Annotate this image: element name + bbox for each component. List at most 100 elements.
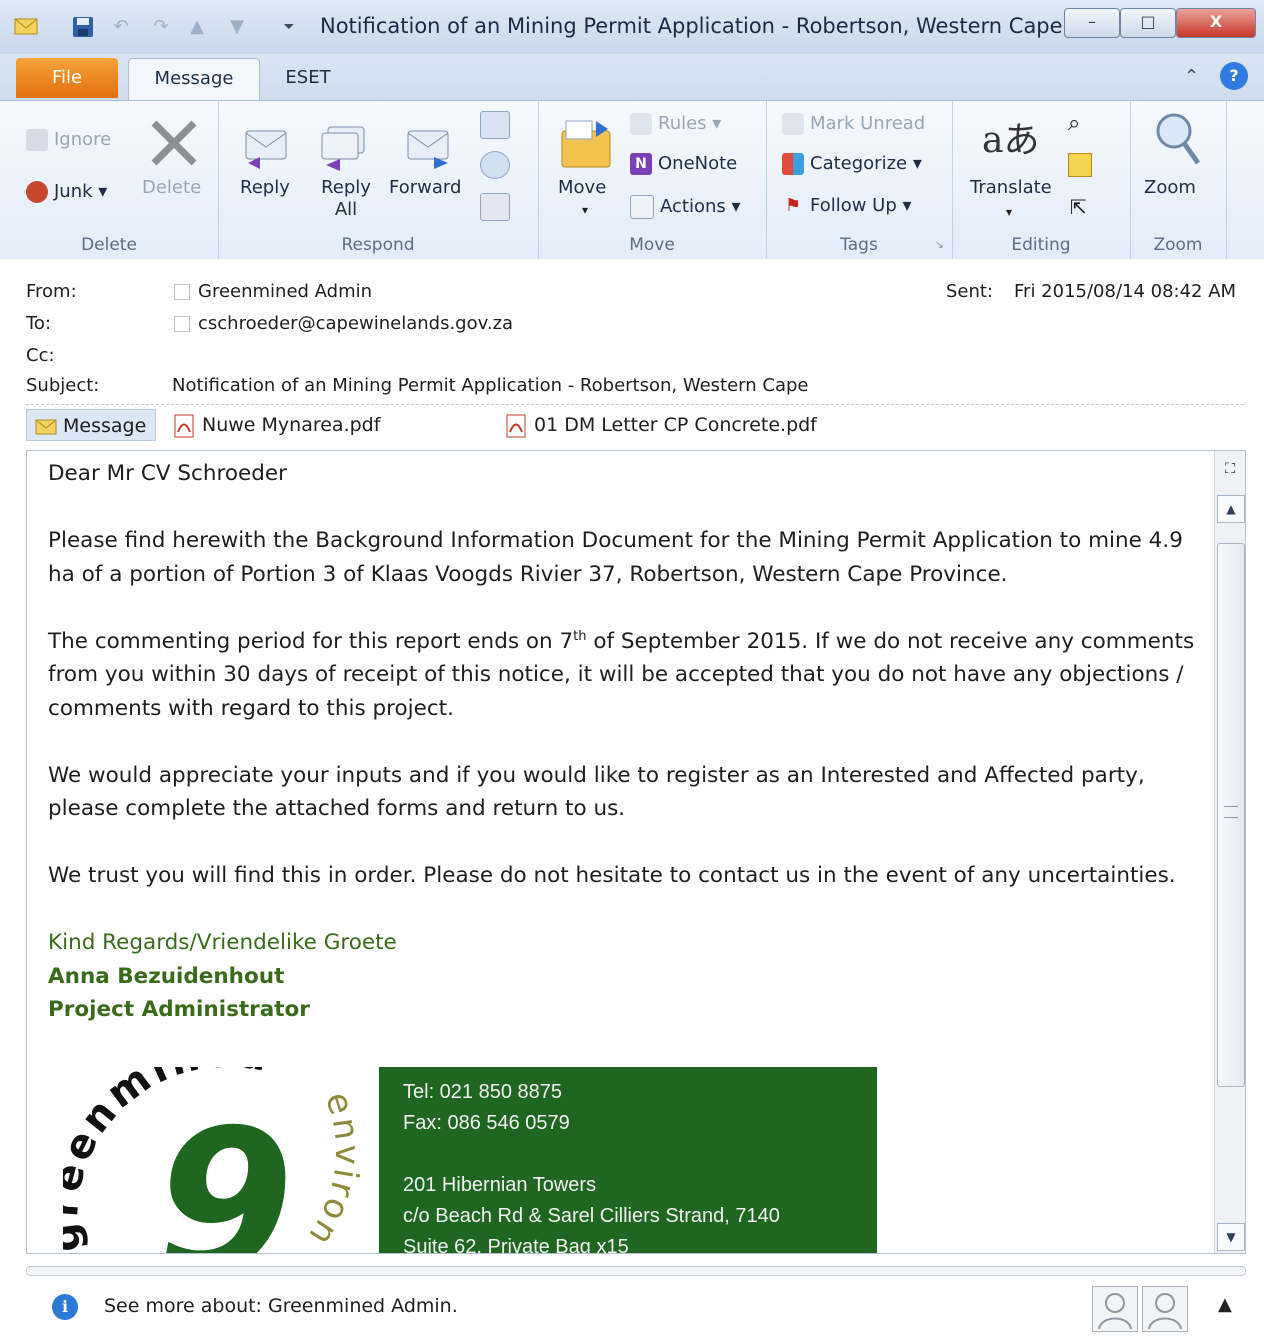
select-icon[interactable]: ⇱: [1070, 195, 1087, 219]
scroll-up-icon[interactable]: ▲: [1217, 495, 1245, 523]
junk-icon: [26, 181, 48, 203]
group-label-zoom: Zoom: [1153, 235, 1203, 255]
to-value[interactable]: cschroeder@capewinelands.gov.za: [174, 313, 513, 334]
mail-icon: [14, 16, 38, 38]
group-move: Move ▾ Rules ▾ N OneNote Actions ▾ Move: [538, 101, 767, 259]
body-paragraph: Please find herewith the Background Info…: [48, 528, 1183, 587]
zoom-button[interactable]: Zoom: [1144, 177, 1196, 198]
next-item-icon[interactable]: ▼: [226, 16, 248, 38]
categorize-button[interactable]: Categorize ▾: [782, 153, 922, 175]
translate-icon: aあ: [982, 120, 1040, 161]
scroll-grip-icon: [1224, 806, 1238, 818]
greenmined-logo: greenmined environmental 9: [41, 1030, 364, 1254]
contact-avatar[interactable]: [1142, 1286, 1188, 1332]
sender-name: Anna Bezuidenhout: [48, 963, 285, 989]
collapse-ribbon-icon[interactable]: ⌃: [1184, 66, 1199, 87]
subject-value: Notification of an Mining Permit Applica…: [172, 375, 809, 396]
move-dropdown-icon[interactable]: ▾: [582, 203, 588, 217]
scroll-down-icon[interactable]: ▼: [1217, 1223, 1245, 1251]
expand-people-pane-icon[interactable]: ▲: [1218, 1294, 1232, 1315]
translate-dropdown-icon[interactable]: ▾: [1006, 205, 1012, 219]
body-paragraph: The commenting period for this report en…: [48, 628, 1195, 721]
group-label-tags: Tags: [840, 235, 878, 255]
message-body[interactable]: Dear Mr CV Schroeder Please find herewit…: [26, 450, 1246, 1254]
group-label-move: Move: [629, 235, 675, 255]
close-button[interactable]: X: [1176, 8, 1256, 38]
people-pane: i See more about: Greenmined Admin. ▲: [0, 1278, 1264, 1340]
body-paragraph: We trust you will find this in order. Pl…: [48, 863, 1176, 888]
sent-value: Fri 2015/08/14 08:42 AM: [1014, 281, 1237, 302]
redo-icon[interactable]: ↷: [150, 16, 172, 38]
maximize-button[interactable]: □: [1120, 8, 1176, 38]
group-respond: Reply Reply All Forward Respond: [218, 101, 539, 259]
onenote-button[interactable]: N OneNote: [630, 153, 737, 175]
ignore-button[interactable]: Ignore: [26, 129, 111, 151]
message-header: From: Greenmined Admin Sent: Fri 2015/08…: [0, 259, 1264, 404]
help-icon[interactable]: ?: [1220, 62, 1248, 90]
previous-item-icon[interactable]: ▲: [186, 16, 208, 38]
people-pane-text[interactable]: See more about: Greenmined Admin.: [104, 1295, 458, 1317]
tab-message[interactable]: Message: [128, 58, 260, 100]
people-pane-splitter[interactable]: [26, 1266, 1246, 1276]
minimize-button[interactable]: –: [1064, 8, 1120, 38]
contact-avatar[interactable]: [1092, 1286, 1138, 1332]
flag-icon: ⚑: [784, 195, 802, 216]
cc-label: Cc:: [26, 345, 55, 366]
tab-eset[interactable]: ESET: [268, 58, 348, 98]
related-icon[interactable]: [1068, 153, 1092, 177]
attachment-file[interactable]: Nuwe Mynarea.pdf: [174, 409, 380, 441]
zoom-text-icon[interactable]: ⛶: [1220, 461, 1240, 483]
message-attachment-tab[interactable]: Message: [26, 409, 156, 441]
greeting: Dear Mr CV Schroeder: [48, 461, 287, 486]
person-icon: [1148, 1293, 1182, 1330]
contact-address-line: Suite 62, Private Bag x15: [403, 1236, 629, 1254]
tags-dialog-launcher-icon[interactable]: ↘: [935, 238, 944, 251]
translate-button[interactable]: Translate: [970, 177, 1052, 198]
pdf-icon: [174, 414, 194, 438]
find-icon[interactable]: ⌕: [1068, 111, 1080, 136]
rules-button[interactable]: Rules ▾: [630, 113, 721, 135]
actions-button[interactable]: Actions ▾: [630, 195, 741, 219]
group-tags: Mark Unread Categorize ▾ ⚑ Follow Up ▾ Ta…: [766, 101, 953, 259]
group-label-respond: Respond: [341, 235, 415, 255]
meeting-icon[interactable]: [480, 111, 510, 139]
ribbon: Ignore Junk ▾ Delete Delete Reply Reply A…: [0, 100, 1264, 260]
vertical-scrollbar[interactable]: ⛶ ▲ ▼: [1214, 451, 1245, 1253]
pdf-icon: [506, 414, 526, 438]
save-icon[interactable]: [72, 16, 94, 38]
group-zoom: Zoom Zoom: [1130, 101, 1227, 259]
more-respond-icon[interactable]: [480, 193, 510, 221]
title-bar: ↶ ↷ ▲ ▼ ⏷ Notification of an Mining Perm…: [0, 0, 1264, 55]
from-value[interactable]: Greenmined Admin: [174, 281, 372, 302]
logo-numeral: 9: [155, 1087, 294, 1254]
reply-button[interactable]: Reply: [240, 177, 290, 198]
im-icon[interactable]: [480, 151, 510, 179]
contact-address-line: c/o Beach Rd & Sarel Cilliers Strand, 71…: [403, 1205, 780, 1227]
move-button[interactable]: Move: [558, 177, 606, 198]
forward-icon: [402, 119, 454, 171]
group-label-delete: Delete: [81, 235, 137, 255]
to-label: To:: [26, 313, 52, 334]
window-title: Notification of an Mining Permit Applica…: [320, 14, 1063, 38]
onenote-icon: N: [630, 153, 652, 175]
contact-fax: Fax: 086 546 0579: [403, 1112, 570, 1134]
actions-icon: [630, 195, 654, 219]
presence-icon: [174, 316, 190, 332]
tab-file[interactable]: File: [16, 58, 118, 98]
junk-button[interactable]: Junk ▾: [26, 181, 107, 203]
person-icon: [1098, 1293, 1132, 1330]
undo-icon[interactable]: ↶: [110, 16, 132, 38]
sent-label: Sent:: [946, 281, 994, 302]
forward-button[interactable]: Forward: [389, 177, 461, 198]
follow-up-button[interactable]: ⚑ Follow Up ▾: [782, 195, 912, 217]
reply-all-button[interactable]: Reply All: [318, 177, 374, 221]
mark-unread-button[interactable]: Mark Unread: [782, 113, 925, 135]
rules-icon: [630, 113, 652, 135]
customize-qat-icon[interactable]: ⏷: [278, 16, 300, 38]
mark-unread-icon: [782, 113, 804, 135]
delete-button[interactable]: Delete: [142, 177, 201, 198]
attachment-file[interactable]: 01 DM Letter CP Concrete.pdf: [506, 409, 817, 441]
delete-x-icon: [146, 115, 202, 171]
move-icon: [558, 115, 611, 168]
scroll-thumb[interactable]: [1217, 543, 1245, 1087]
